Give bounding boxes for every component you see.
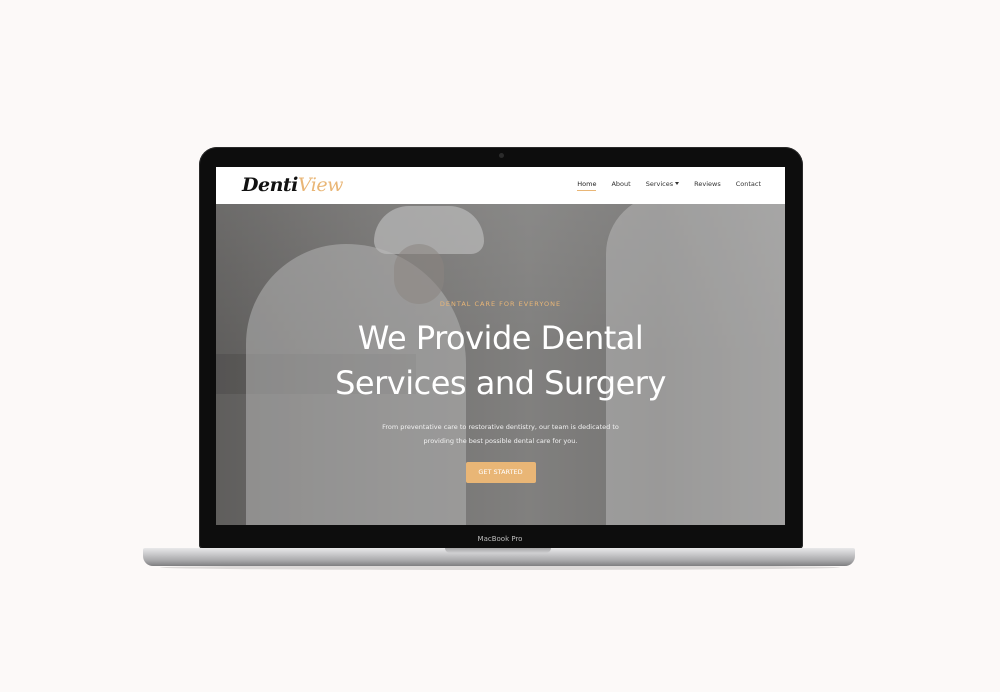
site-logo[interactable]: DentiView bbox=[242, 173, 343, 197]
nav-home[interactable]: Home bbox=[577, 180, 597, 191]
logo-part-view: View bbox=[297, 174, 343, 196]
site-navbar: DentiView Home About Services Reviews Co… bbox=[216, 167, 785, 204]
nav-services-label: Services bbox=[645, 180, 674, 188]
hero-headline: We Provide Dental Services and Surgery bbox=[335, 319, 666, 402]
nav-contact[interactable]: Contact bbox=[736, 180, 761, 188]
chevron-down-icon bbox=[675, 182, 680, 185]
camera-icon bbox=[499, 153, 504, 158]
get-started-button[interactable]: GET STARTED bbox=[465, 462, 536, 483]
nav-reviews[interactable]: Reviews bbox=[694, 180, 721, 188]
hero-subtext: From preventative care to restorative de… bbox=[382, 423, 619, 445]
hero-content: DENTAL CARE FOR EVERYONE We Provide Dent… bbox=[216, 300, 785, 483]
laptop-opening-notch bbox=[445, 548, 551, 553]
main-nav: Home About Services Reviews Contact bbox=[577, 180, 761, 191]
hero-section: DENTAL CARE FOR EVERYONE We Provide Dent… bbox=[216, 204, 785, 525]
nav-services[interactable]: Services bbox=[645, 180, 680, 188]
laptop-screen: DentiView Home About Services Reviews Co… bbox=[216, 167, 785, 525]
device-model-label: MacBook Pro bbox=[477, 535, 523, 543]
logo-part-denti: Denti bbox=[242, 174, 298, 196]
nav-about[interactable]: About bbox=[611, 180, 630, 188]
hero-eyebrow: DENTAL CARE FOR EVERYONE bbox=[439, 300, 562, 308]
